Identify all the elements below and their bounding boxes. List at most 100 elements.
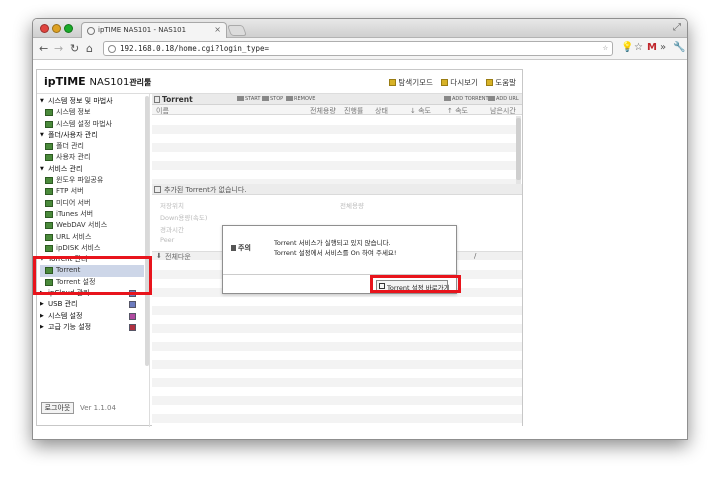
menu-item-icon bbox=[45, 177, 53, 185]
version-label: Ver 1.1.04 bbox=[80, 404, 116, 412]
detail-elapsed: 경과시간 bbox=[160, 226, 184, 234]
menu-badge-icon bbox=[129, 301, 136, 309]
menu-item-icon bbox=[45, 120, 53, 128]
zoom-window-icon[interactable] bbox=[64, 24, 73, 33]
reload-page-icon bbox=[441, 79, 449, 86]
download-icon: ⬇ bbox=[156, 252, 162, 260]
menu-item-icon bbox=[45, 244, 53, 252]
address-url: 192.168.0.18/home.cgi?login_type= bbox=[120, 44, 270, 53]
help-link[interactable]: 도움말 bbox=[486, 78, 516, 87]
col-name[interactable]: 이름 bbox=[156, 106, 169, 116]
tab-close-icon[interactable]: × bbox=[214, 25, 221, 34]
sidebar-item-label: FTP 서버 bbox=[56, 187, 84, 196]
sidebar-item-label: 미디어 서버 bbox=[56, 198, 91, 207]
sidebar-item-label: 시스템 설정 마법사 bbox=[56, 119, 112, 128]
torrent-list-scrollbar[interactable] bbox=[516, 116, 521, 184]
home-icon[interactable]: ⌂ bbox=[86, 42, 93, 55]
sidebar-scrollbar[interactable] bbox=[145, 96, 149, 366]
page-info-icon[interactable] bbox=[108, 45, 116, 53]
nas-admin-app: ipTIME NAS101관리툴 탐색기모드 다시보기 도움말 시스템 정보 및… bbox=[33, 69, 523, 427]
reload-page-link[interactable]: 다시보기 bbox=[441, 78, 478, 87]
menu-item-icon bbox=[45, 109, 53, 117]
warning-icon bbox=[231, 245, 236, 251]
fullscreen-icon[interactable]: ⤢ bbox=[673, 22, 681, 33]
sidebar-item-3[interactable]: 폴더/사용자 관리 bbox=[40, 130, 144, 142]
bookmark-star-icon[interactable]: ☆ bbox=[603, 43, 608, 53]
add-torrent-button[interactable]: ADD TORRENT bbox=[444, 96, 489, 102]
dialog-message: Torrent 서비스가 실행되고 있지 않습니다. Torrent 설정에서 … bbox=[274, 238, 397, 258]
gmail-icon[interactable]: M bbox=[647, 42, 657, 53]
sidebar-item-18[interactable]: USB 관리 bbox=[40, 299, 144, 311]
col-progress[interactable]: 진행률 bbox=[344, 106, 363, 116]
stop-button[interactable]: STOP bbox=[262, 96, 283, 102]
menu-item-icon bbox=[45, 154, 53, 162]
sidebar-item-20[interactable]: 고급 기능 설정 bbox=[40, 322, 144, 334]
detail-icon bbox=[154, 186, 161, 193]
col-remaining[interactable]: 남은시간 bbox=[490, 106, 516, 116]
scrollbar-thumb[interactable] bbox=[516, 118, 521, 180]
menu-badge-icon bbox=[129, 323, 136, 331]
torrent-list[interactable] bbox=[152, 116, 516, 184]
sidebar-item-label: 시스템 정보 및 마법사 bbox=[48, 97, 113, 105]
sidebar-item-11[interactable]: WebDAV 서비스 bbox=[40, 220, 144, 231]
explorer-mode-link[interactable]: 탐색기모드 bbox=[389, 78, 433, 87]
address-bar[interactable]: 192.168.0.18/home.cgi?login_type= ☆ bbox=[103, 41, 613, 56]
forward-icon[interactable]: → bbox=[54, 42, 63, 55]
wrench-menu-icon[interactable]: 🔧 bbox=[673, 42, 685, 53]
torrent-menu-highlight bbox=[33, 256, 152, 295]
remove-button[interactable]: REMOVE bbox=[286, 96, 315, 102]
sidebar-item-1[interactable]: 시스템 정보 bbox=[40, 107, 144, 118]
tab-title: ipTIME NAS101 - NAS101 bbox=[98, 26, 187, 34]
sidebar-item-5[interactable]: 사용자 관리 bbox=[40, 152, 144, 163]
menu-item-icon bbox=[45, 188, 53, 196]
menu-item-icon bbox=[45, 210, 53, 218]
torrent-detail-header: 추가된 Torrent가 없습니다. bbox=[152, 184, 522, 195]
all-downloads-separator: / bbox=[474, 252, 477, 260]
sidebar-item-label: 시스템 설정 bbox=[48, 311, 83, 320]
sidebar-item-8[interactable]: FTP 서버 bbox=[40, 186, 144, 197]
sidebar-item-7[interactable]: 윈도우 파일공유 bbox=[40, 175, 144, 186]
menu-item-icon bbox=[45, 143, 53, 151]
more-extensions-icon[interactable]: » bbox=[660, 42, 666, 53]
page-content: ipTIME NAS101관리툴 탐색기모드 다시보기 도움말 시스템 정보 및… bbox=[33, 61, 687, 439]
close-window-icon[interactable] bbox=[40, 24, 49, 33]
browser-toolbar: ← → ↻ ⌂ 192.168.0.18/home.cgi?login_type… bbox=[33, 38, 687, 60]
sidebar-item-10[interactable]: iTunes 서버 bbox=[40, 209, 144, 220]
dialog-title: 주의 bbox=[231, 243, 251, 253]
sidebar-item-0[interactable]: 시스템 정보 및 마법사 bbox=[40, 96, 144, 108]
sidebar-item-label: 사용자 관리 bbox=[56, 153, 91, 162]
reload-icon[interactable]: ↻ bbox=[70, 42, 79, 55]
menu-item-icon bbox=[45, 199, 53, 207]
browser-tab[interactable]: ipTIME NAS101 - NAS101 × bbox=[81, 22, 227, 38]
sidebar-item-2[interactable]: 시스템 설정 마법사 bbox=[40, 119, 144, 130]
settings-button-highlight bbox=[370, 275, 461, 293]
sidebar-item-4[interactable]: 폴더 관리 bbox=[40, 141, 144, 152]
col-total[interactable]: 전체용량 bbox=[310, 106, 336, 116]
add-url-button[interactable]: ADD URL bbox=[488, 96, 519, 102]
sidebar-item-label: 시스템 정보 bbox=[56, 108, 91, 117]
torrent-icon bbox=[154, 96, 160, 103]
col-down-speed[interactable]: ↓ 속도 bbox=[410, 106, 431, 116]
col-status[interactable]: 상태 bbox=[375, 106, 388, 116]
sidebar-item-label: 폴더 관리 bbox=[56, 142, 84, 151]
sidebar-item-12[interactable]: URL 서비스 bbox=[40, 232, 144, 243]
star-extension-icon[interactable]: ☆ bbox=[634, 42, 643, 53]
minimize-window-icon[interactable] bbox=[52, 24, 61, 33]
sidebar-item-label: 고급 기능 설정 bbox=[48, 322, 92, 331]
sidebar-item-6[interactable]: 서비스 관리 bbox=[40, 164, 144, 176]
menu-badge-icon bbox=[129, 312, 136, 320]
sidebar-item-9[interactable]: 미디어 서버 bbox=[40, 198, 144, 209]
help-icon bbox=[486, 79, 494, 86]
col-up-speed[interactable]: ↑ 속도 bbox=[447, 106, 468, 116]
sidebar-item-19[interactable]: 시스템 설정 bbox=[40, 311, 144, 322]
back-icon[interactable]: ← bbox=[39, 42, 48, 55]
menu-item-icon bbox=[45, 222, 53, 230]
title-bar: ipTIME NAS101 - NAS101 × ⤢ bbox=[33, 19, 687, 38]
logout-button[interactable]: 로그아웃 bbox=[41, 402, 74, 414]
new-tab-button[interactable] bbox=[226, 25, 248, 36]
lightbulb-extension-icon[interactable]: 💡 bbox=[621, 42, 633, 53]
sidebar-item-label: 폴더/사용자 관리 bbox=[48, 130, 98, 139]
sidebar-item-13[interactable]: ipDISK 서비스 bbox=[40, 243, 144, 254]
start-button[interactable]: START bbox=[237, 96, 260, 102]
sidebar-item-label: 서비스 관리 bbox=[48, 164, 83, 173]
